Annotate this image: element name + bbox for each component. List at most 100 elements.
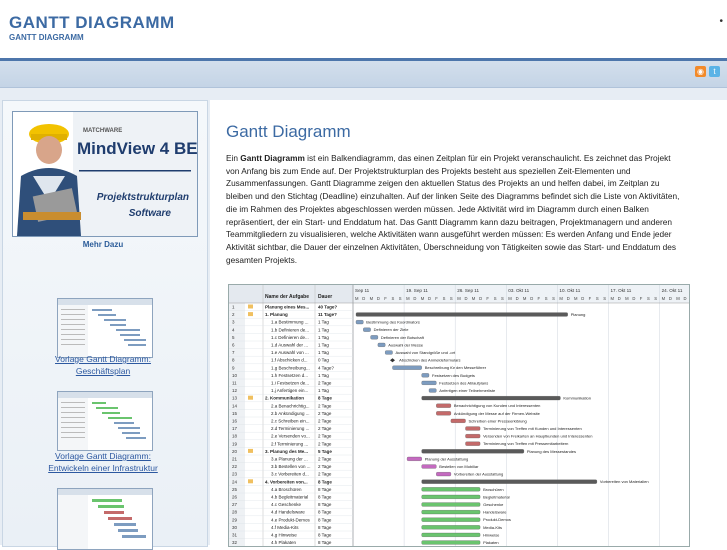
gantt-task-name: 2.c Schreiben ein...	[271, 419, 310, 424]
gantt-day-label: D	[669, 296, 672, 301]
gantt-task-name: 2.b Ankündigung ...	[271, 411, 310, 416]
gantt-task-name: 2.a Benachrichtig...	[271, 403, 310, 408]
gantt-task-name: 2.f Terminierung ...	[271, 441, 308, 446]
gantt-task-duration: 2 Tage	[318, 434, 332, 439]
gantt-task-name: 4.h Plakaten	[271, 540, 297, 545]
gantt-bar-label: Definieren der Ziele	[374, 327, 410, 332]
gantt-task-name: 1.b Definieren de...	[271, 327, 309, 332]
gantt-bar	[421, 380, 437, 385]
template-thumbnail-business-plan[interactable]	[57, 298, 153, 358]
template-link-line1[interactable]: Vorlage Gantt Diagramm:	[0, 353, 206, 365]
gantt-day-label: D	[413, 296, 416, 301]
gantt-day-label: S	[647, 296, 650, 301]
gantt-day-label: M	[472, 296, 476, 301]
gantt-bar	[421, 494, 481, 499]
gantt-col-name: Name der Aufgabe	[265, 294, 309, 300]
gantt-bar	[363, 327, 371, 332]
gantt-day-label: D	[362, 296, 365, 301]
template-link-line2[interactable]: Geschäftsplan	[0, 365, 206, 377]
product-cover-image[interactable]: MATCHWARE MindView 4 BE Projektstrukturp…	[12, 111, 198, 237]
gantt-row-number: 13	[232, 396, 238, 401]
gantt-task-name: 2. Kommunikation	[265, 396, 304, 401]
gantt-week-label: 19. Sep 11	[406, 288, 428, 293]
gantt-day-label: D	[465, 296, 468, 301]
gantt-row-number: 30	[232, 525, 238, 530]
gantt-task-duration: 8 Tage	[318, 533, 332, 538]
twitter-icon[interactable]: t	[709, 66, 720, 77]
template-link-business-plan[interactable]: Vorlage Gantt Diagramm: Geschäftsplan	[0, 353, 206, 377]
gantt-task-name: 4.c Geschenke	[271, 502, 302, 507]
product-name: MindView 4 BE	[77, 139, 197, 158]
gantt-bar	[465, 434, 481, 439]
gantt-day-label: S	[501, 296, 504, 301]
site-title[interactable]: GANTT DIAGRAMM	[9, 13, 175, 33]
gantt-bar	[370, 335, 379, 340]
gantt-task-name: 1.f Abschicken d...	[271, 358, 308, 363]
gantt-task-duration: 8 Tage	[318, 396, 332, 401]
article-body: Ein Gantt Diagramm ist ein Balkendiagram…	[226, 152, 684, 266]
more-link[interactable]: Mehr Dazu	[0, 240, 206, 249]
gantt-bar-label: Broschüren	[483, 487, 503, 492]
gantt-task-name: 1.h Festsetzen d...	[271, 373, 308, 378]
gantt-task-duration: 8 Tage	[318, 510, 332, 515]
gantt-bar-label: Schreiben einer Presseerklärung	[469, 418, 527, 423]
gantt-task-duration: 1 Tag	[318, 335, 329, 340]
gantt-day-label: D	[618, 296, 621, 301]
gantt-day-label: F	[538, 296, 541, 301]
gantt-day-label: F	[589, 296, 592, 301]
gantt-bar-label: Planung der Ausstattung	[425, 456, 469, 461]
template-thumbnail-third[interactable]	[57, 488, 153, 550]
intro-text: ist ein Balkendiagramm, das einen Zeitpl…	[226, 153, 680, 265]
gantt-bar	[465, 426, 481, 431]
template-link-line1[interactable]: Vorlage Gantt Diagramm:	[0, 450, 206, 462]
gantt-task-duration: 4 Tage?	[318, 365, 334, 370]
gantt-screenshot[interactable]: Name der Aufgabe Dauer Sep 11 M D M D F S S 19. Se…	[228, 284, 690, 547]
gantt-day-label: D	[479, 296, 482, 301]
gantt-bar	[421, 373, 430, 378]
gantt-bar-label: Begleitmaterial	[483, 494, 510, 499]
gantt-day-label: D	[516, 296, 519, 301]
gantt-task-duration: 2 Tage	[318, 426, 332, 431]
gantt-day-label: S	[596, 296, 599, 301]
gantt-bar	[392, 365, 422, 370]
template-link-line2[interactable]: Entwickeln einer Infrastruktur	[0, 462, 206, 474]
gantt-task-duration: 2 Tage	[318, 381, 332, 386]
template-thumbnail-infrastructure[interactable]	[57, 391, 153, 451]
gantt-task-name: 1.e Auswahl von ...	[271, 350, 309, 355]
gantt-row-number: 32	[232, 540, 238, 545]
gantt-row-number: 24	[232, 479, 238, 484]
gantt-day-label: S	[654, 296, 657, 301]
product-tagline-1: Projektstrukturplan	[97, 192, 189, 203]
gantt-bar	[421, 479, 598, 484]
gantt-task-name: 2.d Terminierung ...	[271, 426, 309, 431]
gantt-task-name: 4. Vorbereiten von...	[265, 479, 308, 484]
gantt-day-label: S	[450, 296, 453, 301]
gantt-task-name: 4.f Media-Kits	[271, 525, 299, 530]
product-tagline-2: Software	[129, 208, 172, 219]
gantt-row-number: 12	[232, 388, 238, 393]
folder-icon	[248, 304, 253, 309]
template-link-infrastructure[interactable]: Vorlage Gantt Diagramm: Entwickeln einer…	[0, 450, 206, 474]
gantt-day-label: M	[508, 296, 512, 301]
gantt-task-name: 2.e Versenden vo...	[271, 434, 310, 439]
gantt-task-duration: 8 Tage	[318, 525, 332, 530]
gantt-task-duration: 40 Tage?	[318, 305, 337, 310]
gantt-task-duration: 2 Tage	[318, 441, 332, 446]
gantt-bar-label: Terminierung von Treffen mit Pressemitar…	[483, 441, 568, 446]
gantt-task-duration: 1 Tag	[318, 327, 329, 332]
gantt-bar	[355, 320, 364, 325]
gantt-bar-label: Planung	[571, 312, 586, 317]
gantt-row-number: 15	[232, 411, 238, 416]
gantt-bar-label: Vorbereiten der Ausstattung	[454, 472, 503, 477]
thumbnail-gantt-graphic	[58, 489, 152, 549]
folder-icon	[248, 448, 253, 453]
gantt-task-duration: 0 Tag	[318, 358, 329, 363]
gantt-task-name: Planung eines Mes...	[265, 305, 309, 310]
site-header: GANTT DIAGRAMM GANTT DIAGRAMM •	[0, 0, 727, 61]
toolbar-strip	[0, 61, 727, 88]
folder-icon	[248, 395, 253, 400]
bullet-icon: •	[719, 16, 723, 27]
rss-icon[interactable]: ◉	[695, 66, 706, 77]
gantt-day-label: D	[530, 296, 533, 301]
gantt-row-number: 26	[232, 495, 238, 500]
